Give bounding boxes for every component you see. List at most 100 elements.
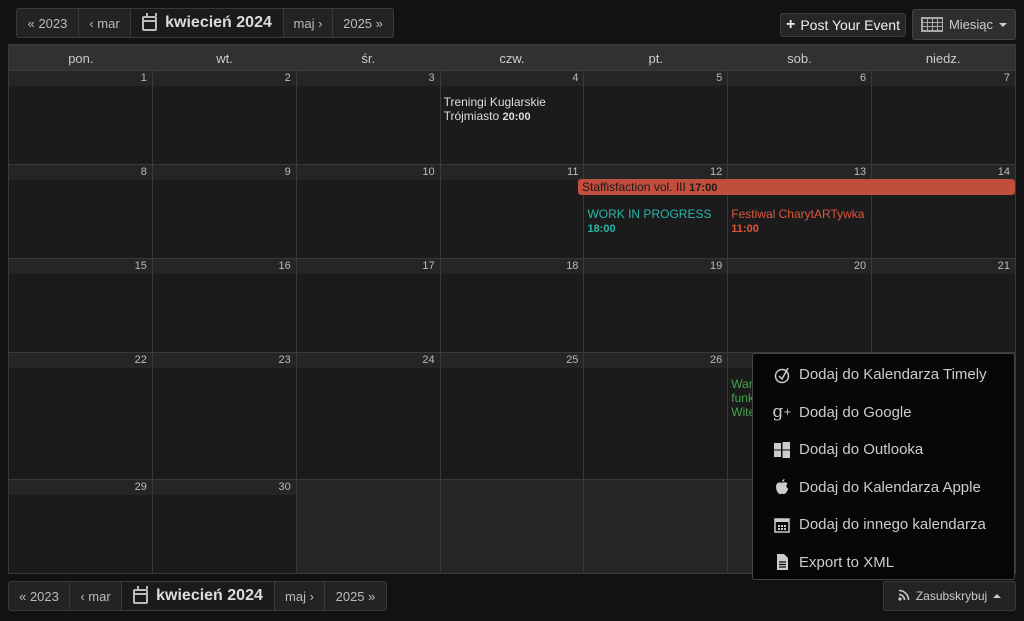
day-cell[interactable]: 4 Treningi Kuglarskie Trójmiasto 20:00: [440, 71, 585, 165]
event-staffisfaction[interactable]: Staffisfaction vol. III 17:00: [578, 179, 1015, 195]
day-cell[interactable]: 3: [296, 71, 441, 165]
next-year-button[interactable]: 2025 »: [333, 9, 393, 37]
menu-item-apple[interactable]: Dodaj do Kalendarza Apple: [753, 469, 1014, 507]
event-time: 20:00: [502, 111, 531, 123]
menu-item-label: Dodaj do Kalendarza Timely: [799, 366, 987, 384]
month-grid-icon: [920, 17, 943, 32]
day-number: 12: [584, 165, 728, 180]
event-title: Staffisfaction vol. III: [582, 180, 686, 194]
prev-year-button[interactable]: « 2023: [17, 9, 79, 37]
day-cell[interactable]: 20: [728, 259, 873, 353]
day-number: 2: [152, 71, 296, 86]
subscribe-label: Zasubskrybuj: [915, 589, 988, 603]
day-number: 8: [9, 165, 152, 180]
subscribe-button[interactable]: Zasubskrybuj: [883, 581, 1016, 611]
day-number: 16: [152, 259, 296, 274]
day-cell[interactable]: 26: [584, 353, 729, 480]
prev-year-button[interactable]: « 2023: [9, 582, 70, 610]
day-cell[interactable]: 8: [9, 165, 153, 259]
day-cell[interactable]: 7: [872, 71, 1017, 165]
weekday-header: pon. wt. śr. czw. pt. sob. niedz.: [8, 44, 1016, 71]
event-time: 18:00: [587, 223, 616, 235]
post-event-button[interactable]: + Post Your Event: [780, 13, 906, 37]
calendar-page: « 2023 ‹ mar kwiecień 2024 maj › 2025 » …: [0, 0, 1024, 621]
day-cell[interactable]: 18: [440, 259, 585, 353]
day-number: 4: [440, 71, 584, 86]
day-number: 17: [296, 259, 440, 274]
day-number: 21: [872, 259, 1016, 274]
weekday-fri: pt.: [648, 51, 663, 66]
current-month-label: kwiecień 2024: [165, 14, 272, 31]
event-title: Festiwal CharytARTywka: [731, 207, 865, 221]
day-number: 22: [9, 353, 152, 368]
next-month-button[interactable]: maj ›: [284, 9, 333, 37]
rss-icon: [898, 589, 910, 604]
day-number: 13: [728, 165, 872, 180]
menu-item-other-calendar[interactable]: Dodaj do innego kalendarza: [753, 506, 1014, 544]
menu-item-label: Dodaj do Outlooka: [799, 441, 924, 459]
calendar-icon: [773, 516, 791, 534]
empty-day-cell: [584, 480, 729, 574]
day-number: 14: [872, 165, 1016, 180]
prev-month-button[interactable]: ‹ mar: [79, 9, 131, 37]
weekday-sun: niedz.: [925, 51, 961, 66]
day-cell[interactable]: 5: [584, 71, 729, 165]
event-time: 17:00: [689, 182, 718, 194]
week-row: 15 16 17 18 19 20 21: [8, 259, 1017, 353]
day-number: 9: [152, 165, 296, 180]
weekday-thu: czw.: [499, 51, 525, 66]
day-cell[interactable]: 6: [728, 71, 873, 165]
view-mode-label: Miesiąc: [948, 17, 994, 32]
day-cell[interactable]: 1: [9, 71, 153, 165]
day-number: 20: [728, 259, 872, 274]
day-cell[interactable]: 24: [296, 353, 441, 480]
day-number: 6: [728, 71, 872, 86]
menu-item-timely[interactable]: Dodaj do Kalendarza Timely: [753, 356, 1014, 394]
menu-item-export-xml[interactable]: Export to XML: [753, 544, 1014, 582]
prev-month-button[interactable]: ‹ mar: [70, 582, 122, 610]
windows-icon: [773, 441, 791, 459]
day-cell[interactable]: 15: [9, 259, 153, 353]
menu-item-outlook[interactable]: Dodaj do Outlooka: [753, 431, 1014, 469]
day-number: 26: [584, 353, 728, 368]
day-cell[interactable]: 22: [9, 353, 153, 480]
day-cell[interactable]: 17: [296, 259, 441, 353]
event-treningi[interactable]: Treningi Kuglarskie Trójmiasto 20:00: [444, 95, 584, 124]
weekday-sat: sob.: [787, 51, 812, 66]
menu-item-label: Dodaj do Google: [799, 403, 912, 421]
day-number: 11: [440, 165, 584, 180]
day-number: 18: [440, 259, 584, 274]
timely-icon: [773, 366, 791, 384]
event-festiwal[interactable]: Festiwal CharytARTywka 11:00: [731, 207, 864, 236]
menu-item-google[interactable]: g + Dodaj do Google: [753, 394, 1014, 432]
day-number: 24: [296, 353, 440, 368]
day-cell[interactable]: 10: [296, 165, 441, 259]
day-cell[interactable]: 9: [152, 165, 297, 259]
day-cell[interactable]: 29: [9, 480, 153, 574]
apple-icon: [773, 478, 791, 496]
day-cell[interactable]: 11: [440, 165, 585, 259]
day-number: 1: [9, 71, 152, 86]
empty-day-cell: [296, 480, 441, 574]
week-row: 1 2 3 4 Treningi Kuglarskie Trójmiasto 2…: [8, 71, 1017, 165]
empty-day-cell: [440, 480, 585, 574]
day-number: 25: [440, 353, 584, 368]
day-cell[interactable]: 21: [872, 259, 1017, 353]
day-cell[interactable]: 30: [152, 480, 297, 574]
event-title: WORK IN PROGRESS: [587, 207, 712, 221]
event-work-in-progress[interactable]: WORK IN PROGRESS 18:00: [587, 207, 711, 236]
menu-item-label: Dodaj do Kalendarza Apple: [799, 478, 981, 496]
day-cell[interactable]: 16: [152, 259, 297, 353]
day-cell[interactable]: 23: [152, 353, 297, 480]
current-month-button[interactable]: kwiecień 2024: [122, 582, 275, 610]
day-cell[interactable]: 19: [584, 259, 729, 353]
event-time: 11:00: [731, 223, 759, 235]
day-cell[interactable]: 2: [152, 71, 297, 165]
day-number: 10: [296, 165, 440, 180]
day-cell[interactable]: 25: [440, 353, 585, 480]
next-year-button[interactable]: 2025 »: [325, 582, 386, 610]
view-mode-dropdown[interactable]: Miesiąc: [912, 9, 1016, 40]
current-month-button[interactable]: kwiecień 2024: [131, 9, 284, 37]
weekday-wed: śr.: [361, 51, 376, 66]
next-month-button[interactable]: maj ›: [275, 582, 325, 610]
